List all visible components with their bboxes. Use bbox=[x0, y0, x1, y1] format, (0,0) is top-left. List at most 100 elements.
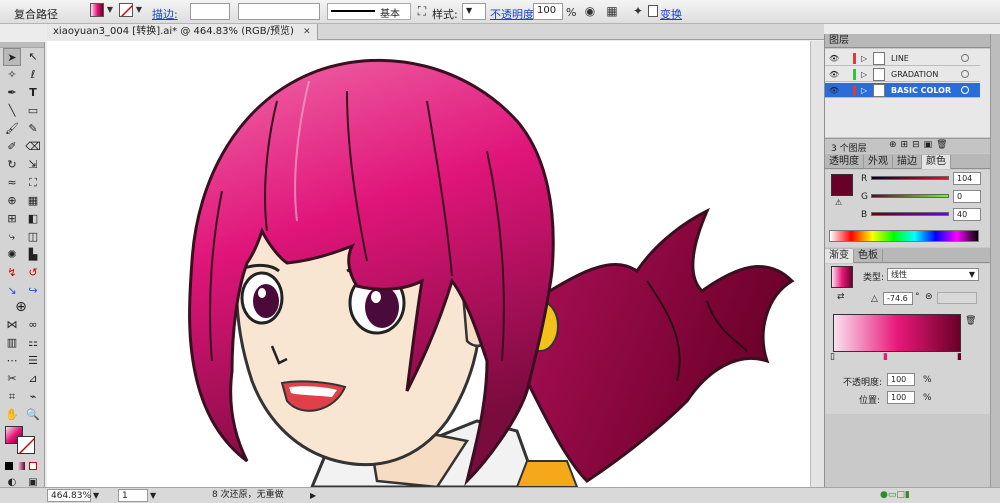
blob-brush-tool-icon[interactable]: ✐ bbox=[3, 138, 21, 156]
tab-transparency[interactable]: 透明度 bbox=[825, 155, 864, 169]
line-tool-icon[interactable]: ╲ bbox=[3, 102, 21, 120]
status-arrow-icon[interactable]: ▶ bbox=[310, 489, 316, 502]
layer-row-gradation[interactable]: 👁 ▷ GRADATION bbox=[825, 67, 980, 82]
direct-selection-tool-icon[interactable]: ↖ bbox=[24, 48, 42, 66]
tab-stroke[interactable]: 描边 bbox=[893, 155, 922, 169]
expand-triangle-icon[interactable]: ▷ bbox=[861, 51, 867, 66]
column-graph-tool-icon[interactable]: ▙ bbox=[24, 246, 42, 264]
style-dropdown[interactable]: ▼ bbox=[462, 3, 486, 20]
recolor-artwork-icon[interactable]: ◉ bbox=[582, 3, 598, 19]
paintbrush-tool-icon[interactable]: 🖌 bbox=[3, 120, 21, 138]
target-tool-icon[interactable]: ⊕ bbox=[12, 298, 30, 316]
none-mode-icon[interactable] bbox=[29, 462, 37, 470]
delete-stop-icon[interactable]: 🗑 bbox=[965, 316, 976, 326]
chevron-down-icon[interactable]: ▼ bbox=[134, 3, 144, 17]
position-value[interactable]: 100 bbox=[887, 391, 915, 404]
chevron-down-icon[interactable]: ▼ bbox=[969, 269, 975, 280]
eye-icon[interactable]: 👁 bbox=[829, 83, 839, 98]
type-tool-icon[interactable]: T bbox=[24, 84, 42, 102]
magic-wand-icon[interactable]: ✦ bbox=[630, 3, 646, 19]
mesh-tool-icon[interactable]: ⊞ bbox=[3, 210, 21, 228]
gradient-preview[interactable] bbox=[831, 266, 853, 288]
hand-tool-icon[interactable]: ✋ bbox=[3, 406, 21, 424]
align-icon[interactable]: ▦ bbox=[604, 3, 620, 19]
layer-row-line[interactable]: 👁 ▷ LINE bbox=[825, 51, 980, 66]
scale-tool-icon[interactable]: ⇲ bbox=[24, 156, 42, 174]
chart-tool-icon[interactable]: ⚏ bbox=[24, 334, 42, 352]
layer-actions-icons[interactable]: ⊕⊞⊟▣🗑 bbox=[889, 140, 952, 150]
aspect-ratio-icon[interactable]: ⊜ bbox=[925, 292, 933, 302]
free-transform-tool-icon[interactable]: ⛶ bbox=[24, 174, 42, 192]
pencil-tool-icon[interactable]: ✎ bbox=[24, 120, 42, 138]
green-slider[interactable] bbox=[871, 194, 949, 198]
isolate-icon[interactable] bbox=[648, 5, 658, 17]
artboard-tool-icon[interactable]: ⋈ bbox=[3, 316, 21, 334]
blend-tool-icon[interactable]: ◫ bbox=[24, 228, 42, 246]
perspective-grid-tool-icon[interactable]: ▦ bbox=[24, 192, 42, 210]
layer-row-basic-color[interactable]: 👁 ▷ BASIC COLOR bbox=[825, 83, 980, 98]
variable-width-profile[interactable] bbox=[238, 3, 320, 20]
artboard-canvas[interactable] bbox=[47, 41, 824, 487]
magic-wand-tool-icon[interactable]: ✧ bbox=[3, 66, 21, 84]
panel-collapse-strip[interactable] bbox=[990, 34, 1000, 487]
rectangle-tool-icon[interactable]: ▭ bbox=[24, 102, 42, 120]
chevron-down-icon[interactable]: ▼ bbox=[105, 3, 115, 17]
eyedropper-tool-icon[interactable]: ⤷ bbox=[3, 228, 21, 246]
blue-slider[interactable] bbox=[871, 212, 949, 216]
list-tool-icon[interactable]: ☰ bbox=[24, 352, 42, 370]
gradient-mode-icon[interactable] bbox=[17, 462, 25, 470]
color-spectrum[interactable] bbox=[829, 230, 979, 242]
document-tab[interactable]: xiaoyuan3_004 [转换].ai* @ 464.83% (RGB/预览… bbox=[47, 24, 318, 40]
warp-tool-icon[interactable]: ≈ bbox=[3, 174, 21, 192]
color-stop-mid[interactable]: ▮ bbox=[883, 352, 888, 362]
gradient-slider-bar[interactable] bbox=[833, 314, 961, 352]
transform-link[interactable]: 变换 bbox=[660, 6, 682, 22]
curvature-tool-icon[interactable]: ↺ bbox=[24, 264, 42, 282]
gradient-type-select[interactable]: 线性 ▼ bbox=[887, 268, 979, 281]
tab-appearance[interactable]: 外观 bbox=[864, 155, 893, 169]
fill-swatch[interactable] bbox=[90, 3, 104, 17]
lasso-tool-icon[interactable]: ℓ bbox=[24, 66, 42, 84]
chevron-down-icon[interactable]: ▼ bbox=[93, 489, 99, 502]
tab-gradient[interactable]: 渐变 bbox=[825, 249, 854, 263]
opacity-link[interactable]: 不透明度: bbox=[490, 6, 538, 22]
artboard-field[interactable]: 1 bbox=[118, 489, 148, 502]
tab-color[interactable]: 颜色 bbox=[922, 155, 951, 169]
zoom-field[interactable]: 464.83% bbox=[47, 489, 91, 502]
shape-builder-tool-icon[interactable]: ⊕ bbox=[3, 192, 21, 210]
stroke-color-box[interactable] bbox=[17, 436, 35, 454]
close-icon[interactable]: ✕ bbox=[303, 27, 311, 37]
slice-select-tool-icon[interactable]: ⌁ bbox=[24, 388, 42, 406]
color-stop-start[interactable]: ▯ bbox=[830, 352, 835, 362]
color-stop-end[interactable]: ▮ bbox=[957, 352, 962, 362]
symbol-sprayer-tool-icon[interactable]: ✺ bbox=[3, 246, 21, 264]
green-value[interactable]: 0 bbox=[953, 190, 981, 203]
expand-triangle-icon[interactable]: ▷ bbox=[861, 67, 867, 82]
stroke-swatch[interactable] bbox=[119, 3, 133, 17]
eye-icon[interactable]: 👁 bbox=[829, 67, 839, 82]
pen-tool-icon[interactable]: ✒ bbox=[3, 84, 21, 102]
red-value[interactable]: 104 bbox=[953, 172, 981, 185]
color-mode-icon[interactable] bbox=[5, 462, 13, 470]
red-slider[interactable] bbox=[871, 176, 949, 180]
stroke-weight-input[interactable] bbox=[190, 3, 230, 20]
stroke-link[interactable]: 描边: bbox=[152, 6, 178, 22]
rotate-tool-icon[interactable]: ↻ bbox=[3, 156, 21, 174]
eye-icon[interactable]: 👁 bbox=[829, 51, 839, 66]
layers-panel-header[interactable]: 图层 bbox=[825, 34, 990, 48]
tab-swatches[interactable]: 色板 bbox=[854, 249, 883, 263]
selection-tool-icon[interactable]: ➤ bbox=[3, 48, 21, 66]
slice-tool-icon[interactable]: ∞ bbox=[24, 316, 42, 334]
blue-value[interactable]: 40 bbox=[953, 208, 981, 221]
angle-value[interactable]: -74.6 bbox=[883, 292, 913, 305]
scissors-tool-icon[interactable]: ✂ bbox=[3, 370, 21, 388]
path-tool-icon[interactable]: ↯ bbox=[3, 264, 21, 282]
reverse-gradient-icon[interactable]: ⇄ bbox=[837, 292, 845, 302]
graphic-style-icon[interactable]: ⛶ bbox=[414, 3, 430, 19]
crop-tool-icon[interactable]: ⌗ bbox=[3, 388, 21, 406]
target-circle-icon[interactable] bbox=[961, 54, 969, 62]
expand-triangle-icon[interactable]: ▷ bbox=[861, 83, 867, 98]
chevron-down-icon[interactable]: ▼ bbox=[150, 489, 156, 502]
vertical-scrollbar[interactable] bbox=[810, 41, 824, 487]
knife-tool-icon[interactable]: ⊿ bbox=[24, 370, 42, 388]
